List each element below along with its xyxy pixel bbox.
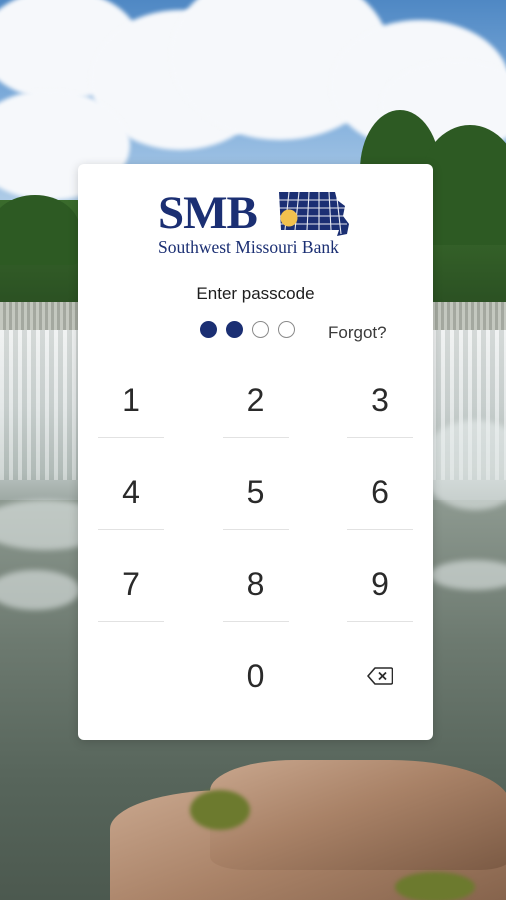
- key-9[interactable]: 9: [347, 538, 413, 630]
- key-6[interactable]: 6: [347, 446, 413, 538]
- backspace-icon: [367, 667, 393, 685]
- bank-name: Southwest Missouri Bank: [158, 237, 339, 257]
- key-3[interactable]: 3: [347, 354, 413, 446]
- key-2[interactable]: 2: [222, 354, 289, 446]
- backspace-button[interactable]: [347, 630, 413, 722]
- key-5[interactable]: 5: [222, 446, 289, 538]
- key-8[interactable]: 8: [222, 538, 289, 630]
- keypad-row: 1 2 3: [98, 354, 413, 446]
- key-4[interactable]: 4: [98, 446, 164, 538]
- passcode-prompt: Enter passcode: [196, 284, 315, 303]
- forgot-passcode-link[interactable]: Forgot?: [328, 323, 387, 343]
- keypad-row: 0: [98, 630, 413, 722]
- passcode-dot-filled: [226, 321, 243, 338]
- numeric-keypad: 1 2 3 4 5 6 7 8 9 0: [98, 354, 413, 722]
- key-7[interactable]: 7: [98, 538, 164, 630]
- passcode-dot-empty: [252, 321, 269, 338]
- passcode-dot-filled: [200, 321, 217, 338]
- bank-logo: SMB Southwest Missouri Bank: [158, 190, 352, 262]
- passcode-card: SMB Southwest Missouri Bank Enter passco…: [78, 164, 433, 740]
- missouri-map-icon: [279, 191, 349, 236]
- keypad-blank: [98, 630, 164, 722]
- key-1[interactable]: 1: [98, 354, 164, 446]
- keypad-row: 4 5 6: [98, 446, 413, 538]
- passcode-indicator: [200, 321, 295, 343]
- key-0[interactable]: 0: [223, 630, 289, 722]
- logo-mark: SMB: [158, 187, 258, 239]
- keypad-row: 7 8 9: [98, 538, 413, 630]
- passcode-dot-empty: [278, 321, 295, 338]
